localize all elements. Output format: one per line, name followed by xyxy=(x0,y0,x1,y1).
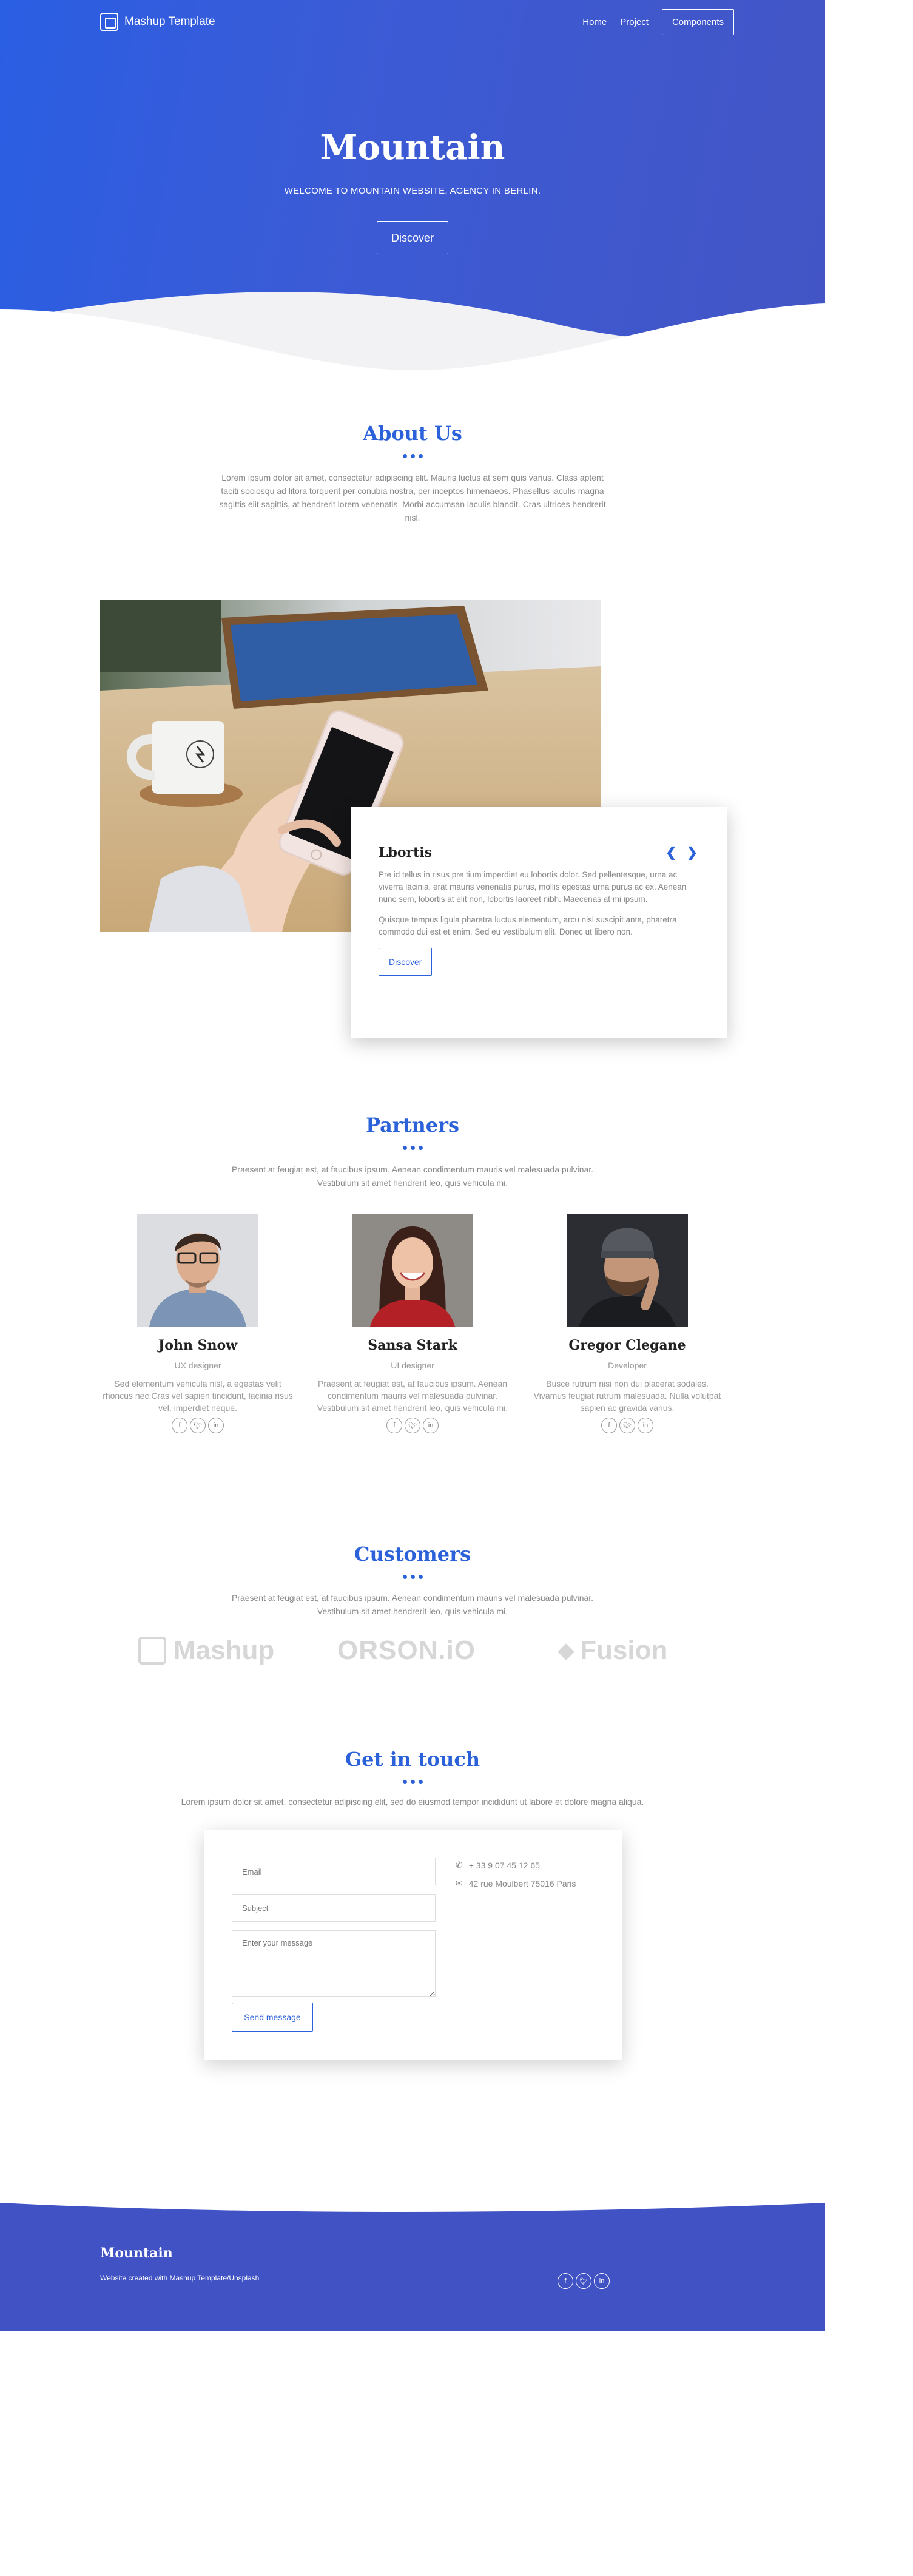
partner-photo xyxy=(137,1214,258,1327)
contact-phone: ✆ + 33 9 07 45 12 65 xyxy=(456,1860,540,1870)
linkedin-icon[interactable]: in xyxy=(594,2273,610,2289)
partner-socials: f 🐦︎ in xyxy=(315,1418,510,1433)
brand[interactable]: Mashup Template xyxy=(100,13,215,31)
nav-links: Home Project Components xyxy=(582,9,734,35)
facebook-icon[interactable]: f xyxy=(386,1418,402,1433)
partner-card: Sansa Stark UI designer Praesent at feug… xyxy=(315,1214,510,1433)
partners-text: Praesent at feugiat est, at faucibus ips… xyxy=(231,1165,594,1188)
phone-icon: ✆ xyxy=(456,1860,463,1870)
partner-role: UX designer xyxy=(174,1361,221,1370)
address-text: 42 rue Moulbert 75016 Paris xyxy=(468,1878,576,1888)
twitter-icon[interactable]: 🐦︎ xyxy=(576,2273,591,2289)
partners-title: Partners xyxy=(365,1114,460,1137)
navbar: Mashup Template Home Project Components xyxy=(100,9,734,36)
partner-photo xyxy=(352,1214,473,1327)
partner-photo xyxy=(567,1214,688,1327)
partner-role: Developer xyxy=(608,1361,647,1370)
subject-field[interactable] xyxy=(232,1894,436,1922)
contact-address: ✉ 42 rue Moulbert 75016 Paris xyxy=(456,1878,576,1888)
twitter-icon[interactable]: 🐦︎ xyxy=(405,1418,420,1433)
address-icon: ✉ xyxy=(456,1878,463,1888)
brand-name: Mashup Template xyxy=(124,15,215,28)
customer-logo-text: Mashup xyxy=(174,1635,275,1665)
send-message-button[interactable]: Send message xyxy=(232,2003,313,2032)
fusion-logo-icon: ◆ xyxy=(558,1639,574,1662)
linkedin-icon[interactable]: in xyxy=(423,1418,439,1433)
partner-description: Praesent at feugiat est, at faucibus ips… xyxy=(317,1379,508,1413)
partner-description: Busce rutrum nisi non dui placerat sodal… xyxy=(533,1379,721,1413)
email-field[interactable] xyxy=(232,1858,436,1885)
partner-role: UI designer xyxy=(391,1361,434,1370)
partner-card: John Snow UX designer Sed elementum vehi… xyxy=(101,1214,295,1433)
linkedin-icon[interactable]: in xyxy=(638,1418,653,1433)
card-title: Lbortis xyxy=(379,845,433,860)
customer-logo-text: Fusion xyxy=(580,1635,668,1665)
hero-title: Mountain xyxy=(320,127,505,167)
partner-name: Sansa Stark xyxy=(368,1337,457,1353)
partners-dots xyxy=(0,1146,825,1150)
footer-background xyxy=(0,2203,825,2331)
chevron-right-icon[interactable]: ❯ xyxy=(687,845,698,860)
hero-subtitle: WELCOME TO MOUNTAIN WEBSITE, AGENCY IN B… xyxy=(284,186,541,196)
partner-socials: f 🐦︎ in xyxy=(530,1418,724,1433)
partner-name: Gregor Clegane xyxy=(568,1337,686,1353)
hero-discover-button[interactable]: Discover xyxy=(377,221,448,254)
contact-dots xyxy=(0,1780,825,1784)
card-paragraph-1: Pre id tellus in risus pre tium imperdie… xyxy=(379,870,687,904)
footer-socials: f 🐦︎ in xyxy=(558,2273,610,2289)
nav-link-project[interactable]: Project xyxy=(620,17,649,27)
contact-title: Get in touch xyxy=(345,1748,480,1771)
mashup-logo-icon xyxy=(138,1637,166,1665)
footer-credits: Website created with Mashup Template/Uns… xyxy=(100,2274,260,2282)
linkedin-icon[interactable]: in xyxy=(208,1418,224,1433)
partner-description: Sed elementum vehicula nisl, a egestas v… xyxy=(103,1379,293,1413)
about-title: About Us xyxy=(363,422,462,445)
facebook-icon[interactable]: f xyxy=(172,1418,187,1433)
contact-text: Lorem ipsum dolor sit amet, consectetur … xyxy=(181,1797,644,1807)
customer-logo-mashup: Mashup xyxy=(138,1632,274,1669)
chevron-left-icon[interactable]: ❮ xyxy=(665,845,676,860)
customer-logo-text: ORSON.iO xyxy=(337,1635,476,1665)
nav-link-home[interactable]: Home xyxy=(582,17,607,27)
twitter-icon[interactable]: 🐦︎ xyxy=(619,1418,635,1433)
brand-logo-icon xyxy=(100,13,118,31)
customers-dots xyxy=(0,1575,825,1579)
about-card: Lbortis ❮ ❯ Pre id tellus in risus pre t… xyxy=(351,807,727,1038)
customer-logo-orson: ORSON.iO xyxy=(337,1632,476,1669)
customer-logo-fusion: ◆ Fusion xyxy=(558,1632,667,1669)
facebook-icon[interactable]: f xyxy=(601,1418,617,1433)
footer-title: Mountain xyxy=(100,2245,173,2261)
customers-title: Customers xyxy=(354,1543,471,1566)
nav-components-button[interactable]: Components xyxy=(661,9,734,35)
facebook-icon[interactable]: f xyxy=(558,2273,573,2289)
partner-card: Gregor Clegane Developer Busce rutrum ni… xyxy=(530,1214,724,1433)
hero-wave-divider xyxy=(0,292,825,376)
phone-text: + 33 9 07 45 12 65 xyxy=(468,1860,540,1870)
twitter-icon[interactable]: 🐦︎ xyxy=(190,1418,206,1433)
about-text: Lorem ipsum dolor sit amet, consectetur … xyxy=(219,473,606,522)
about-dots xyxy=(0,454,825,458)
message-field[interactable] xyxy=(232,1930,436,1997)
card-arrows: ❮ ❯ xyxy=(665,845,698,860)
partner-name: John Snow xyxy=(158,1337,238,1353)
partner-socials: f 🐦︎ in xyxy=(101,1418,295,1433)
card-discover-button[interactable]: Discover xyxy=(379,948,433,976)
contact-card: Send message ✆ + 33 9 07 45 12 65 ✉ 42 r… xyxy=(204,1830,622,2060)
card-paragraph-2: Quisque tempus ligula pharetra luctus el… xyxy=(379,915,677,936)
customers-text: Praesent at feugiat est, at faucibus ips… xyxy=(231,1593,594,1616)
